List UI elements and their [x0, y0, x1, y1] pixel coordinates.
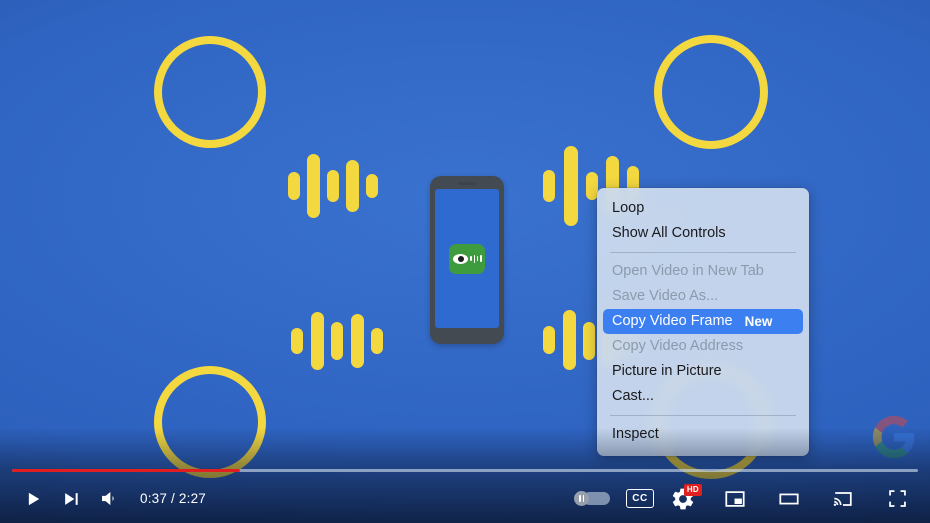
fullscreen-icon	[888, 490, 906, 507]
menu-item-label: Cast...	[612, 388, 654, 404]
phone-speaker	[458, 182, 476, 185]
menu-item-label: Inspect	[612, 426, 659, 442]
menu-item-label: Show All Controls	[612, 225, 726, 241]
miniplayer-button[interactable]	[716, 480, 754, 518]
miniplayer-icon	[725, 490, 745, 507]
context-menu[interactable]: Loop Show All Controls Open Video in New…	[597, 188, 809, 456]
autoplay-toggle[interactable]	[574, 491, 610, 506]
cast-button[interactable]	[824, 480, 862, 518]
menu-item-copy-video-frame[interactable]: Copy Video Frame New	[603, 309, 803, 334]
progress-played	[12, 469, 241, 472]
phone-screen	[435, 189, 499, 328]
eye-pupil	[457, 255, 464, 262]
settings-button[interactable]: HD	[670, 483, 702, 512]
menu-item-label: Save Video As...	[612, 288, 719, 304]
time-display: 0:37 / 2:27	[140, 491, 207, 506]
play-icon	[28, 492, 40, 505]
menu-item-inspect[interactable]: Inspect	[603, 422, 803, 447]
menu-separator	[610, 415, 796, 416]
menu-item-label: Copy Video Address	[612, 338, 744, 354]
next-icon	[65, 492, 78, 505]
app-icon	[449, 243, 485, 274]
progress-bar[interactable]	[12, 469, 918, 472]
google-g-logo	[872, 415, 915, 459]
phone-illustration	[430, 176, 504, 344]
menu-item-copy-video-address: Copy Video Address	[603, 334, 803, 359]
menu-item-label: Open Video in New Tab	[612, 263, 764, 279]
menu-item-cast[interactable]: Cast...	[603, 384, 803, 409]
hd-quality-badge: HD	[683, 483, 702, 496]
menu-separator	[610, 252, 796, 253]
play-button[interactable]	[14, 480, 52, 518]
theater-mode-button[interactable]	[770, 480, 808, 518]
menu-item-show-all-controls[interactable]: Show All Controls	[603, 221, 803, 246]
next-video-button[interactable]	[52, 480, 90, 518]
theater-icon	[779, 493, 799, 504]
eye-icon	[453, 253, 469, 264]
captions-button[interactable]: CC	[626, 489, 654, 508]
fullscreen-button[interactable]	[878, 480, 916, 518]
volume-button[interactable]	[90, 480, 128, 518]
menu-item-open-video-in-new-tab: Open Video in New Tab	[603, 259, 803, 284]
menu-item-loop[interactable]: Loop	[603, 196, 803, 221]
mini-waveform-icon	[470, 254, 482, 263]
right-controls: CC HD	[574, 480, 916, 518]
autoplay-knob-pause-icon	[574, 491, 589, 506]
menu-item-label: Copy Video Frame	[612, 313, 733, 329]
menu-item-new-badge: New	[744, 314, 773, 329]
video-player: Loop Show All Controls Open Video in New…	[0, 0, 930, 523]
menu-item-save-video-as: Save Video As...	[603, 284, 803, 309]
volume-icon	[101, 491, 114, 506]
cast-icon	[833, 491, 852, 506]
menu-item-picture-in-picture[interactable]: Picture in Picture	[603, 359, 803, 384]
menu-item-label: Picture in Picture	[612, 363, 722, 379]
controls-bar: 0:37 / 2:27 CC HD	[0, 474, 930, 523]
menu-item-label: Loop	[612, 200, 645, 216]
